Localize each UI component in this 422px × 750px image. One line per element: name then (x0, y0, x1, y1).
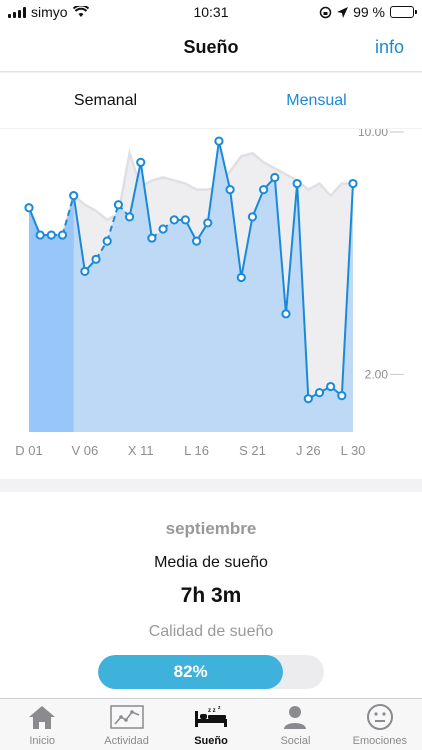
orientation-lock-icon (319, 6, 332, 18)
data-point (247, 212, 258, 222)
average-sleep-value: 7h 3m (180, 584, 242, 607)
y-tick-label: 2.00 (365, 367, 389, 381)
month-label: septiembre (165, 519, 257, 538)
tab-inicio-label: Inicio (29, 735, 56, 747)
sleep-quality-label: Calidad de sueño (148, 623, 274, 640)
location-icon (337, 6, 349, 18)
data-point (236, 272, 246, 283)
tab-social[interactable]: Social (253, 699, 337, 750)
battery-percent: 99 % (353, 4, 385, 20)
data-point (136, 157, 146, 167)
tab-actividad[interactable]: Actividad (84, 699, 168, 750)
data-point (348, 178, 358, 189)
activity-chart-icon (109, 704, 144, 729)
data-point (337, 391, 347, 401)
data-point (91, 254, 101, 264)
x-tick-label: L 16 (184, 443, 209, 458)
data-point (214, 136, 224, 146)
x-tick-label: J 26 (296, 443, 321, 458)
data-point (270, 172, 280, 183)
y-tick-label: 10.00 (358, 129, 388, 139)
x-tick-label: D 01 (15, 443, 42, 458)
tab-actividad-label: Actividad (104, 735, 149, 747)
x-tick-label: V 06 (71, 443, 98, 458)
sleep-quality-bar: 82% (98, 655, 324, 689)
tab-emociones[interactable]: Emociones (338, 699, 422, 750)
tab-social-label: Social (280, 735, 311, 747)
smiley-icon (366, 703, 393, 730)
home-icon (29, 705, 56, 729)
summary-panel: septiembre Media de sueño 7h 3m Calidad … (0, 492, 422, 698)
x-tick-label: X 11 (128, 443, 154, 458)
navigation-bar: Sueño info (0, 24, 422, 72)
page-title: Sueño (183, 37, 239, 57)
tab-monthly[interactable]: Mensual (211, 73, 422, 128)
sleep-chart-svg: 10.00 2.00 D 01 V 06 X 11 L 16 S 21 J 26 L 30 (15, 129, 404, 458)
sleep-chart: 10.00 2.00 D 01 V 06 X 11 L 16 S 21 J 26 L 30 (0, 129, 422, 479)
info-button[interactable]: info (375, 37, 404, 58)
x-tick-label: L 30 (341, 443, 366, 458)
data-point (57, 230, 68, 240)
data-point (314, 388, 325, 398)
average-sleep-label: Media de sueño (154, 554, 268, 571)
data-point (180, 215, 191, 225)
data-point (24, 203, 34, 213)
data-point (191, 236, 202, 246)
data-point (203, 218, 213, 228)
data-point (124, 212, 135, 222)
person-icon (284, 705, 307, 729)
tab-inicio[interactable]: Inicio (0, 699, 84, 750)
tab-bar: Inicio Actividad z zz Sueño Social Emoci… (0, 698, 422, 750)
status-bar: simyo 10:31 99 % (0, 0, 422, 24)
period-selector: Semanal Mensual (0, 73, 422, 128)
svg-text:z: z (218, 705, 221, 711)
data-point (326, 381, 336, 392)
data-point (292, 178, 302, 189)
data-point (158, 224, 168, 234)
data-point (281, 309, 291, 319)
data-point (169, 215, 179, 225)
data-point (113, 200, 123, 210)
tab-weekly[interactable]: Semanal (0, 73, 211, 128)
data-point (102, 236, 112, 246)
data-point (259, 185, 269, 195)
tab-emociones-label: Emociones (352, 735, 408, 747)
tab-sueno-label: Sueño (194, 735, 228, 747)
data-point (35, 230, 45, 240)
data-point (46, 230, 56, 240)
x-tick-label: S 21 (239, 443, 266, 458)
bed-icon: z zz (195, 705, 228, 727)
svg-text:z z: z z (208, 708, 216, 714)
battery-icon (390, 6, 417, 18)
data-point (147, 233, 157, 243)
data-point (80, 266, 90, 277)
data-point (225, 185, 235, 195)
data-point (303, 394, 313, 404)
status-right: 99 % (319, 4, 417, 20)
sleep-quality-fill: 82% (98, 655, 284, 689)
tab-sueno[interactable]: z zz Sueño (169, 699, 253, 750)
data-point (69, 191, 79, 201)
